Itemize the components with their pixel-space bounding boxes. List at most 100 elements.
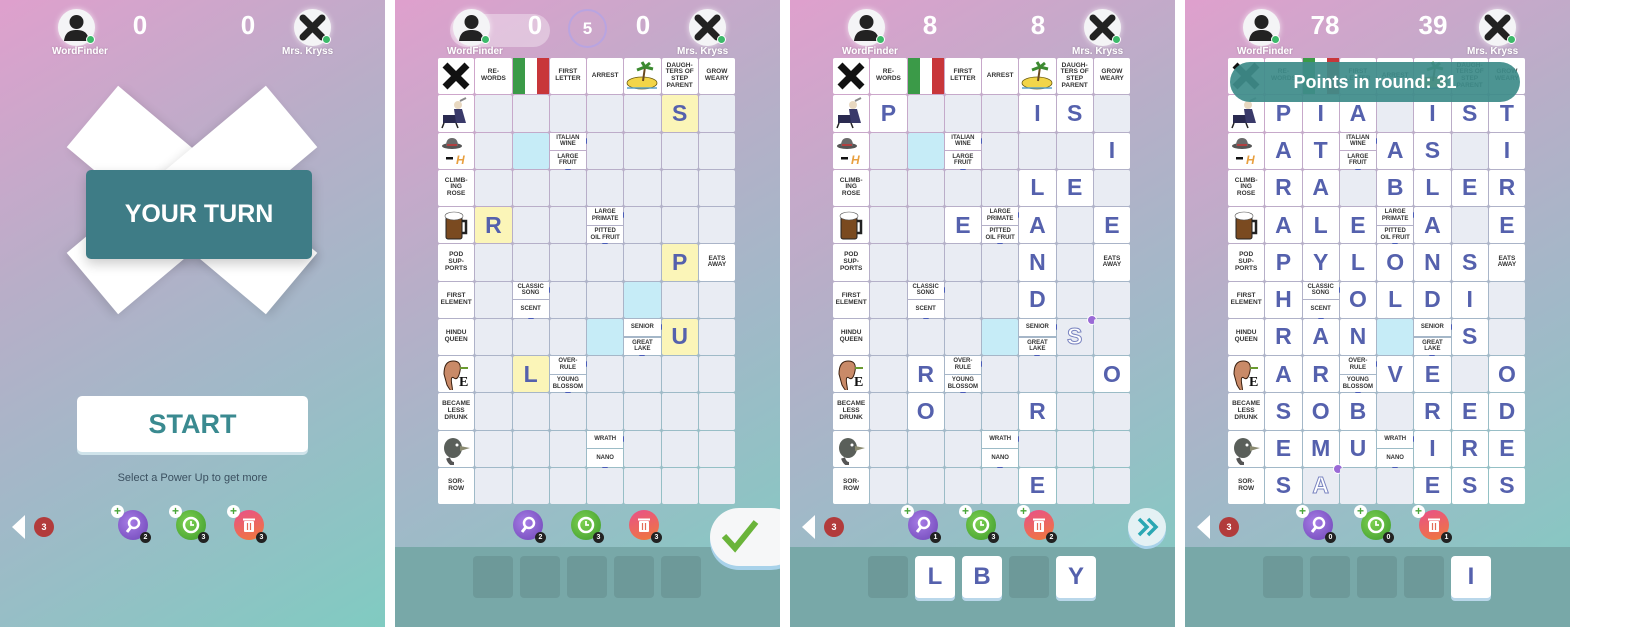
clue-down[interactable]: GREAT LAKE — [1019, 337, 1056, 356]
next-button[interactable] — [1128, 508, 1166, 546]
empty-slot[interactable] — [1357, 556, 1397, 598]
empty-cell[interactable] — [944, 169, 982, 207]
letter-cell[interactable]: S — [1488, 467, 1526, 505]
powerup-clock-button[interactable]: +3 — [169, 505, 209, 543]
powerup-magnifier-button[interactable]: +0 — [1296, 505, 1336, 543]
empty-cell[interactable] — [624, 244, 661, 281]
letter-cell[interactable]: S — [1265, 467, 1302, 505]
clue-down[interactable]: PITTED OIL FRUIT — [1377, 225, 1414, 244]
powerup-clock-button[interactable]: +3 — [959, 505, 999, 543]
add-powerup-icon[interactable]: + — [959, 505, 972, 518]
add-powerup-icon[interactable]: + — [901, 505, 914, 518]
back-arrow-icon[interactable] — [12, 515, 25, 539]
picture-clue-emu[interactable] — [1228, 430, 1265, 467]
picture-clue-hat-minus-h[interactable]: H — [833, 132, 870, 169]
empty-cell[interactable] — [907, 95, 944, 132]
letter-cell[interactable]: I — [1414, 430, 1451, 467]
picture-clue-beer-mug[interactable] — [1228, 207, 1265, 244]
player-avatar-mrs-kryss[interactable] — [1084, 9, 1121, 46]
letter-cell[interactable]: E — [1488, 430, 1526, 467]
letter-cell[interactable]: O — [1488, 356, 1526, 393]
letter-cell[interactable]: R — [907, 356, 944, 393]
empty-cell[interactable] — [698, 169, 736, 207]
empty-cell[interactable] — [982, 318, 1019, 356]
clue-across[interactable]: WRATH — [982, 430, 1019, 448]
letter-cell[interactable]: R — [1019, 393, 1056, 430]
letter-cell[interactable]: N — [1019, 244, 1056, 281]
double-clue-cell[interactable]: ITALIAN WINE LARGE FRUIT — [1339, 132, 1382, 174]
empty-cell[interactable] — [698, 318, 736, 356]
letter-cell[interactable]: R — [1451, 430, 1488, 467]
clue-cell[interactable]: BECAME LESS DRUNK — [833, 393, 870, 430]
letter-cell[interactable]: E — [1451, 169, 1488, 207]
picture-clue-ear-e[interactable]: E — [1228, 356, 1265, 393]
letter-cell[interactable]: P — [1265, 244, 1302, 281]
clue-cell[interactable]: BECAME LESS DRUNK — [1228, 393, 1265, 430]
letter-cell[interactable]: L — [1339, 244, 1377, 281]
empty-cell[interactable] — [475, 95, 512, 132]
clue-cell[interactable]: SOR- ROW — [438, 467, 475, 505]
clue-across[interactable]: CLASSIC SONG — [512, 281, 549, 299]
clue-down[interactable]: YOUNG BLOSSOM — [549, 374, 587, 393]
empty-cell[interactable] — [907, 207, 944, 244]
empty-cell[interactable] — [1056, 393, 1093, 430]
hint-letter-cell[interactable]: S — [1056, 314, 1097, 356]
empty-cell[interactable] — [475, 169, 512, 207]
letter-cell[interactable]: R — [475, 207, 512, 244]
player-avatar-mrs-kryss[interactable] — [294, 9, 331, 46]
letter-cell[interactable]: R — [1265, 169, 1302, 207]
empty-cell[interactable] — [1377, 318, 1414, 356]
letter-cell[interactable]: O — [1093, 356, 1131, 393]
clue-down[interactable]: NANO — [587, 449, 624, 467]
letter-cell[interactable]: P — [870, 95, 907, 132]
empty-cell[interactable] — [907, 430, 944, 467]
empty-cell[interactable] — [587, 95, 624, 132]
empty-cell[interactable] — [624, 95, 661, 132]
letter-cell[interactable]: S — [661, 95, 698, 132]
empty-cell[interactable] — [870, 430, 907, 467]
letter-cell[interactable]: B — [1377, 169, 1414, 207]
hint-letter-cell[interactable]: A — [1302, 463, 1343, 505]
empty-cell[interactable] — [1056, 281, 1093, 318]
double-clue-cell[interactable]: WRATH NANO — [982, 430, 1024, 472]
clue-cell[interactable]: ARREST — [587, 58, 624, 95]
empty-cell[interactable] — [1093, 169, 1131, 207]
empty-cell[interactable] — [549, 95, 587, 132]
empty-cell[interactable] — [870, 207, 907, 244]
double-clue-cell[interactable]: CLASSIC SONG SCENT — [1302, 281, 1344, 323]
empty-cell[interactable] — [661, 281, 698, 318]
empty-slot[interactable] — [1263, 556, 1303, 598]
letter-cell[interactable]: H — [1265, 281, 1302, 318]
empty-slot[interactable] — [1310, 556, 1350, 598]
add-powerup-icon[interactable]: + — [169, 505, 182, 518]
letter-cell[interactable]: R — [1265, 318, 1302, 356]
empty-cell[interactable] — [624, 356, 661, 393]
empty-cell[interactable] — [698, 356, 736, 393]
empty-cell[interactable] — [512, 244, 549, 281]
empty-cell[interactable] — [587, 356, 624, 393]
clue-across[interactable]: LARGE PRIMATE — [1377, 207, 1414, 225]
empty-cell[interactable] — [870, 169, 907, 207]
empty-cell[interactable] — [982, 244, 1019, 281]
letter-cell[interactable]: R — [1488, 169, 1526, 207]
letter-cell[interactable]: E — [1488, 207, 1526, 244]
letter-cell[interactable]: E — [1265, 430, 1302, 467]
clue-down[interactable]: PITTED OIL FRUIT — [587, 225, 624, 244]
empty-cell[interactable] — [1019, 430, 1056, 467]
letter-cell[interactable]: M — [1302, 430, 1339, 467]
clue-cell[interactable]: FIRST ELEMENT — [1228, 281, 1265, 318]
empty-cell[interactable] — [475, 467, 512, 505]
submit-button[interactable] — [710, 508, 780, 566]
empty-cell[interactable] — [549, 169, 587, 207]
empty-cell[interactable] — [475, 132, 512, 169]
empty-cell[interactable] — [475, 281, 512, 318]
clue-down[interactable]: YOUNG BLOSSOM — [1339, 374, 1377, 393]
player-avatar-mrs-kryss[interactable] — [1479, 9, 1516, 46]
letter-cell[interactable]: O — [1339, 281, 1377, 318]
empty-slot[interactable] — [614, 556, 654, 598]
empty-cell[interactable] — [624, 132, 661, 169]
letter-cell[interactable]: P — [661, 244, 698, 281]
letter-cell[interactable]: L — [1377, 281, 1414, 318]
double-clue-cell[interactable]: ITALIAN WINE LARGE FRUIT — [549, 132, 592, 174]
empty-cell[interactable] — [1056, 207, 1093, 244]
